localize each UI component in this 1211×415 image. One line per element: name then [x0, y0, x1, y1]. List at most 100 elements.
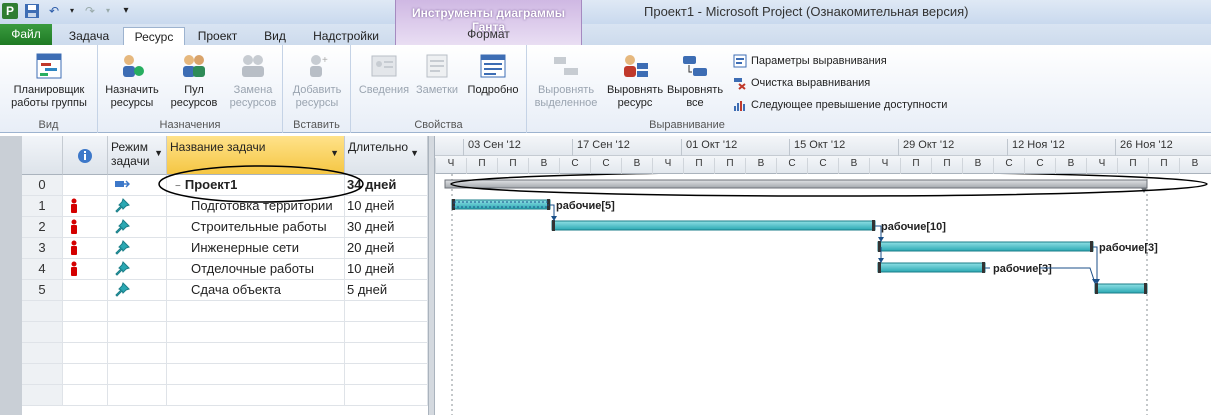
select-all-corner[interactable]	[22, 136, 63, 175]
annotation-ellipse-table	[158, 165, 364, 203]
duration-cell[interactable]: 20 дней	[345, 238, 428, 258]
duration-cell[interactable]: 30 дней	[345, 217, 428, 237]
leveling-options-button[interactable]: Параметры выравнивания	[733, 54, 887, 68]
details-icon	[480, 54, 506, 78]
leveling-options-icon	[733, 54, 747, 68]
task-mode-cell[interactable]	[108, 322, 167, 342]
assign-resources-button[interactable]: Назначить ресурсы	[102, 51, 162, 110]
replace-resources-button[interactable]: Замена ресурсов	[224, 51, 282, 110]
table-row[interactable]: 5 Сдача объекта 5 дней	[22, 280, 428, 301]
gantt-chart[interactable]: 03 Сен '12 17 Сен '12 01 Окт '12 15 Окт '12…	[435, 136, 1211, 415]
tab-view[interactable]: Вид	[250, 27, 300, 45]
task-name-dropdown-icon[interactable]: ▼	[330, 146, 339, 160]
task-name-cell[interactable]	[167, 301, 345, 321]
notes-button[interactable]: Заметки	[411, 51, 463, 97]
overallocated-icon	[71, 261, 77, 276]
row-id-cell[interactable]: 1	[22, 196, 63, 216]
tab-task[interactable]: Задача	[60, 27, 118, 45]
task-name-cell[interactable]	[167, 364, 345, 384]
duration-cell[interactable]	[345, 322, 428, 342]
empty-row[interactable]	[22, 385, 428, 406]
task-mode-cell[interactable]	[108, 259, 167, 279]
resource-label: рабочие[3]	[993, 263, 1052, 275]
table-row[interactable]: 4 Отделочные работы 10 дней	[22, 259, 428, 280]
tab-resource[interactable]: Ресурс	[123, 27, 185, 46]
view-splitter[interactable]	[428, 136, 435, 415]
task-name-cell[interactable]: Строительные работы	[167, 217, 345, 237]
row-id-cell[interactable]: 4	[22, 259, 63, 279]
tab-format[interactable]: Формат	[396, 27, 581, 41]
redo-dropdown-icon[interactable]: ▾	[104, 3, 112, 19]
task-name-cell[interactable]	[167, 385, 345, 405]
task-mode-cell[interactable]	[108, 385, 167, 405]
task-name-cell[interactable]: Сдача объекта	[167, 280, 345, 300]
task-bar[interactable]	[877, 262, 986, 273]
task-mode-dropdown-icon[interactable]: ▼	[154, 146, 163, 160]
timescale-day-label: П	[497, 158, 528, 174]
row-id-cell[interactable]: 3	[22, 238, 63, 258]
level-selection-button[interactable]: Выровнять выделенное	[531, 51, 601, 110]
add-resources-icon: +	[310, 55, 328, 77]
timescale-day-label: С	[807, 158, 838, 174]
team-planner-button[interactable]: Планировщик работы группы	[2, 51, 96, 110]
add-resources-button[interactable]: + Добавить ресурсы	[287, 51, 347, 110]
save-icon[interactable]	[24, 3, 40, 19]
indicators-header[interactable]	[63, 136, 108, 175]
task-mode-cell[interactable]	[108, 364, 167, 384]
table-row[interactable]: 2 Строительные работы 30 дней	[22, 217, 428, 238]
row-id-cell[interactable]: 5	[22, 280, 63, 300]
task-bar[interactable]	[1094, 283, 1148, 294]
level-all-button[interactable]: Выровнять все	[665, 51, 725, 110]
clear-leveling-button[interactable]: Очистка выравнивания	[733, 76, 870, 90]
undo-dropdown-icon[interactable]: ▾	[68, 3, 76, 19]
duration-cell[interactable]: 5 дней	[345, 280, 428, 300]
row-id-cell[interactable]: 2	[22, 217, 63, 237]
task-name-cell[interactable]: Инженерные сети	[167, 238, 345, 258]
task-name-cell[interactable]	[167, 322, 345, 342]
duration-dropdown-icon[interactable]: ▼	[410, 146, 419, 160]
task-mode-cell[interactable]	[108, 301, 167, 321]
redo-icon[interactable]: ↷	[82, 3, 98, 19]
information-button[interactable]: Сведения	[355, 51, 413, 97]
level-resource-button[interactable]: Выровнять ресурс	[603, 51, 667, 110]
duration-cell[interactable]: 10 дней	[345, 259, 428, 279]
duration-cell[interactable]	[345, 364, 428, 384]
undo-icon[interactable]: ↶	[46, 3, 62, 19]
view-bar[interactable]	[0, 136, 22, 415]
row-id-cell[interactable]	[22, 364, 63, 384]
empty-row[interactable]	[22, 343, 428, 364]
row-id-cell[interactable]	[22, 301, 63, 321]
row-id-cell[interactable]	[22, 343, 63, 363]
table-row[interactable]: 3 Инженерные сети 20 дней	[22, 238, 428, 259]
row-id-cell[interactable]	[22, 385, 63, 405]
task-mode-cell[interactable]	[108, 238, 167, 258]
next-overallocation-button[interactable]: Следующее превышение доступности	[733, 98, 947, 112]
tab-file[interactable]: Файл	[0, 24, 52, 45]
tab-project[interactable]: Проект	[190, 27, 245, 45]
summary-bar[interactable]	[444, 179, 1148, 189]
manual-schedule-pin-icon	[115, 240, 130, 255]
timescale-day-label: В	[1179, 158, 1210, 174]
task-name-cell[interactable]	[167, 343, 345, 363]
duration-cell[interactable]	[345, 343, 428, 363]
task-mode-cell[interactable]	[108, 343, 167, 363]
task-mode-cell[interactable]	[108, 217, 167, 237]
timescale-weeks[interactable]: 03 Сен '12 17 Сен '12 01 Окт '12 15 Окт '12…	[435, 136, 1211, 156]
empty-row[interactable]	[22, 301, 428, 322]
empty-row[interactable]	[22, 364, 428, 385]
empty-row[interactable]	[22, 322, 428, 343]
task-mode-cell[interactable]	[108, 280, 167, 300]
task-bar[interactable]	[551, 220, 876, 231]
timescale-days[interactable]: ЧППВССВЧППВССВЧППВССВЧППВ	[435, 156, 1211, 174]
task-bar[interactable]	[451, 199, 551, 210]
customize-qat-icon[interactable]: ▾	[118, 3, 134, 19]
duration-cell[interactable]	[345, 385, 428, 405]
task-name-cell[interactable]: Отделочные работы	[167, 259, 345, 279]
resource-pool-button[interactable]: Пул ресурсов	[164, 51, 224, 110]
tab-addins[interactable]: Надстройки	[305, 27, 387, 45]
details-button[interactable]: Подробно	[463, 51, 523, 97]
row-id-cell[interactable]	[22, 322, 63, 342]
task-bar[interactable]	[877, 241, 1094, 252]
duration-cell[interactable]	[345, 301, 428, 321]
row-id-cell[interactable]: 0	[22, 175, 63, 195]
